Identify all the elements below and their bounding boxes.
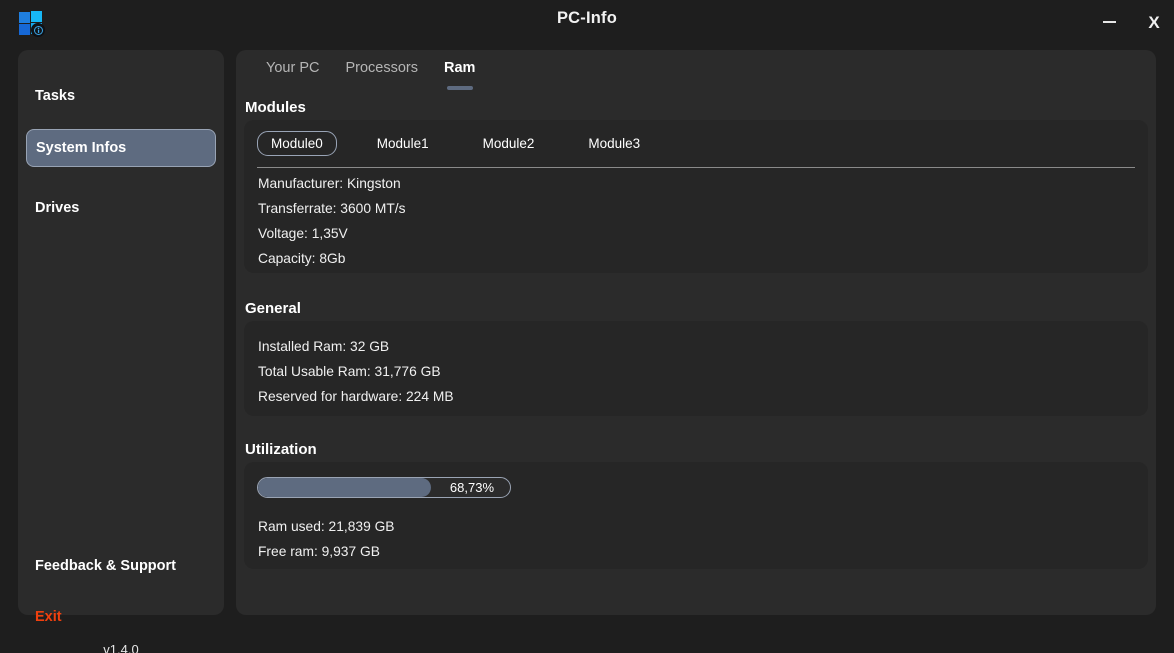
minimize-icon — [1103, 21, 1116, 23]
module-tab-module3[interactable]: Module3 — [574, 131, 654, 156]
module-tab-label: Module1 — [377, 136, 429, 151]
section-title-utilization: Utilization — [245, 441, 317, 458]
main-panel: Your PC Processors Ram Modules Module0 M… — [236, 50, 1156, 615]
modules-card: Module0 Module1 Module2 Module3 Manufact… — [244, 120, 1148, 273]
exit-link[interactable]: Exit — [35, 609, 62, 625]
close-icon: X — [1148, 14, 1159, 31]
general-installed-ram: Installed Ram: 32 GB — [258, 339, 389, 354]
app-window: PC-Info X Tasks System Infos Drives Feed… — [0, 0, 1174, 653]
progress-bar-fill — [258, 478, 431, 497]
module-tab-module0[interactable]: Module0 — [257, 131, 337, 156]
module-divider — [257, 167, 1135, 168]
title-bar: PC-Info X — [0, 0, 1174, 44]
window-title: PC-Info — [0, 9, 1174, 28]
module-tab-module2[interactable]: Module2 — [469, 131, 549, 156]
sidebar: Tasks System Infos Drives Feedback & Sup… — [18, 50, 224, 615]
ram-utilization-progress-bar: 68,73% — [257, 477, 511, 498]
module-tab-label: Module3 — [588, 136, 640, 151]
general-card: Installed Ram: 32 GB Total Usable Ram: 3… — [244, 321, 1148, 416]
tab-bar: Your PC Processors Ram — [253, 58, 488, 92]
sidebar-item-label: Drives — [35, 200, 79, 216]
utilization-free-ram: Free ram: 9,937 GB — [258, 544, 380, 559]
general-total-usable-ram: Total Usable Ram: 31,776 GB — [258, 364, 441, 379]
module-tab-label: Module0 — [271, 136, 323, 151]
feedback-and-support-link[interactable]: Feedback & Support — [35, 558, 176, 574]
module-tab-module1[interactable]: Module1 — [363, 131, 443, 156]
tab-processors[interactable]: Processors — [332, 58, 431, 76]
sidebar-item-label: System Infos — [36, 140, 126, 156]
tab-label: Processors — [345, 60, 418, 76]
section-title-modules: Modules — [245, 99, 306, 116]
sidebar-item-label: Tasks — [35, 88, 75, 104]
utilization-ram-used: Ram used: 21,839 GB — [258, 519, 395, 534]
progress-bar-label: 68,73% — [450, 478, 494, 497]
module-detail-manufacturer: Manufacturer: Kingston — [258, 176, 401, 191]
sidebar-item-tasks[interactable]: Tasks — [26, 77, 216, 115]
sidebar-item-system-infos[interactable]: System Infos — [26, 129, 216, 167]
general-reserved-for-hardware: Reserved for hardware: 224 MB — [258, 389, 454, 404]
module-detail-voltage: Voltage: 1,35V — [258, 226, 348, 241]
utilization-card: 68,73% Ram used: 21,839 GB Free ram: 9,9… — [244, 462, 1148, 569]
tab-label: Ram — [444, 60, 475, 76]
module-tab-label: Module2 — [483, 136, 535, 151]
version-label: v1.4.0 — [18, 642, 224, 653]
section-title-general: General — [245, 300, 301, 317]
active-tab-underline — [447, 86, 473, 90]
module-detail-capacity: Capacity: 8Gb — [258, 251, 345, 266]
close-button[interactable]: X — [1134, 6, 1174, 38]
minimize-button[interactable] — [1089, 6, 1129, 38]
sidebar-item-drives[interactable]: Drives — [26, 189, 216, 227]
tab-ram[interactable]: Ram — [431, 58, 488, 76]
module-detail-transferrate: Transferrate: 3600 MT/s — [258, 201, 405, 216]
tab-label: Your PC — [266, 60, 319, 76]
module-tab-bar: Module0 Module1 Module2 Module3 — [257, 131, 654, 156]
tab-your-pc[interactable]: Your PC — [253, 58, 332, 76]
